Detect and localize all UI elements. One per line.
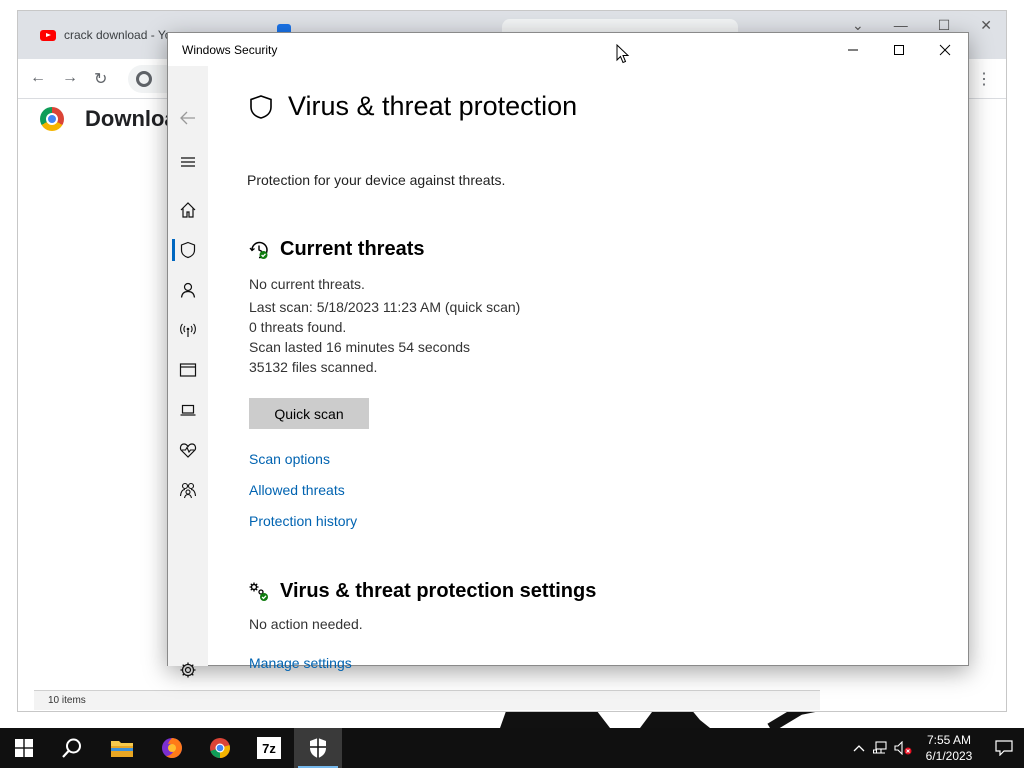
shield-icon: [180, 241, 196, 259]
7zip-icon: 7z: [257, 737, 281, 759]
manage-settings-link[interactable]: Manage settings: [249, 655, 352, 671]
chrome-icon: [210, 738, 230, 758]
settings-status-text: No action needed.: [249, 616, 363, 632]
network-icon: [873, 741, 887, 754]
sidebar-item-settings[interactable]: [168, 650, 208, 690]
search-button[interactable]: [48, 728, 96, 768]
windows-logo-icon: [15, 739, 33, 757]
allowed-threats-link[interactable]: Allowed threats: [249, 482, 345, 498]
action-center-button[interactable]: [984, 728, 1024, 768]
clock-date: 6/1/2023: [925, 749, 973, 763]
start-button[interactable]: [0, 728, 48, 768]
arrow-left-icon: [180, 111, 195, 125]
firefox-icon: [162, 738, 182, 758]
protection-history-link[interactable]: Protection history: [249, 513, 357, 529]
clock-time: 7:55 AM: [926, 733, 972, 747]
7zip-label: 7z: [262, 740, 276, 756]
family-icon: [179, 482, 197, 499]
youtube-icon: [40, 29, 56, 41]
taskbar: 7z 7:55 AM 6/1/2023: [0, 728, 1024, 768]
taskbar-chrome[interactable]: [196, 728, 244, 768]
scan-duration-text: Scan lasted 16 minutes 54 seconds: [249, 339, 471, 355]
sidebar-item-account-protection[interactable]: [168, 270, 208, 310]
reload-icon[interactable]: ↻: [94, 69, 107, 89]
chrome-tab-title: crack download - Yo: [64, 28, 172, 42]
wifi-antenna-icon: [180, 323, 196, 337]
main-content: Virus & threat protection Protection for…: [208, 66, 968, 671]
taskbar-clock[interactable]: 7:55 AM 6/1/2023: [914, 732, 984, 764]
title-bar[interactable]: Windows Security: [168, 33, 968, 66]
chrome-nav-buttons: ← → ↻: [30, 69, 107, 89]
taskbar-file-explorer[interactable]: [98, 728, 146, 768]
shield-icon: [250, 94, 272, 119]
clock-check-icon: [249, 241, 268, 259]
scan-options-link[interactable]: Scan options: [249, 451, 330, 467]
navigation-sidebar: [168, 66, 208, 678]
threats-found-text: 0 threats found.: [249, 319, 347, 335]
minimize-button[interactable]: [830, 33, 876, 66]
window-title: Windows Security: [182, 43, 278, 57]
files-scanned-text: 35132 files scanned.: [249, 359, 378, 375]
minimize-icon: [848, 49, 858, 50]
system-tray: 7:55 AM 6/1/2023: [848, 728, 1024, 768]
explorer-status-bar: 10 items: [34, 690, 820, 710]
chrome-page-title: Downloa: [85, 106, 177, 131]
windows-security-window[interactable]: Windows Security Virus & threat protecti…: [167, 32, 969, 678]
home-icon: [180, 202, 196, 218]
page-subtitle: Protection for your device against threa…: [247, 172, 506, 188]
quick-scan-button[interactable]: Quick scan: [249, 398, 369, 429]
volume-muted-icon: [894, 741, 912, 755]
person-icon: [180, 282, 196, 298]
volume-tray-button[interactable]: [892, 728, 914, 768]
sidebar-item-device-security[interactable]: [168, 390, 208, 430]
sidebar-item-firewall[interactable]: [168, 310, 208, 350]
network-tray-button[interactable]: [870, 728, 892, 768]
chrome-site-icon: [136, 71, 152, 87]
taskbar-7zip[interactable]: 7z: [245, 728, 293, 768]
protection-settings-header: Virus & threat protection settings: [248, 580, 596, 603]
notification-icon: [995, 740, 1013, 756]
chrome-logo-icon: [40, 107, 64, 131]
folder-icon: [111, 741, 133, 757]
back-arrow-icon[interactable]: ←: [30, 69, 46, 89]
back-button[interactable]: [168, 98, 208, 138]
laptop-icon: [180, 404, 196, 416]
mouse-cursor-icon: [616, 44, 630, 64]
taskbar-firefox[interactable]: [148, 728, 196, 768]
close-button[interactable]: [922, 33, 968, 66]
gear-icon: [180, 662, 196, 678]
current-threats-title: Current threats: [280, 238, 425, 260]
sidebar-item-virus-protection[interactable]: [168, 230, 208, 270]
sidebar-item-home[interactable]: [168, 190, 208, 230]
close-icon: [939, 44, 951, 55]
menu-button[interactable]: [168, 142, 208, 182]
page-title: Virus & threat protection: [288, 91, 578, 121]
maximize-button[interactable]: [876, 33, 922, 66]
sidebar-item-app-browser[interactable]: [168, 350, 208, 390]
shield-icon: [310, 738, 326, 758]
chevron-up-icon: [853, 745, 865, 752]
page-header: Virus & threat protection: [248, 91, 577, 122]
heart-pulse-icon: [179, 443, 197, 458]
show-hidden-icons-button[interactable]: [848, 728, 870, 768]
sidebar-item-family-options[interactable]: [168, 470, 208, 510]
browser-window-icon: [179, 363, 197, 377]
last-scan-text: Last scan: 5/18/2023 11:23 AM (quick sca…: [249, 299, 521, 315]
threat-status-text: No current threats.: [249, 276, 365, 292]
kebab-menu-icon[interactable]: ⋮: [976, 69, 992, 89]
forward-arrow-icon[interactable]: →: [62, 69, 78, 89]
sidebar-item-device-performance[interactable]: [168, 430, 208, 470]
window-controls: [830, 33, 968, 66]
current-threats-header: Current threats: [248, 238, 424, 261]
gears-check-icon: [249, 582, 268, 601]
taskbar-windows-security[interactable]: [294, 728, 342, 768]
search-icon: [62, 738, 81, 758]
maximize-icon: [894, 44, 904, 55]
hamburger-icon: [181, 157, 195, 167]
protection-settings-title: Virus & threat protection settings: [280, 580, 597, 602]
close-icon[interactable]: ✕: [980, 17, 992, 34]
